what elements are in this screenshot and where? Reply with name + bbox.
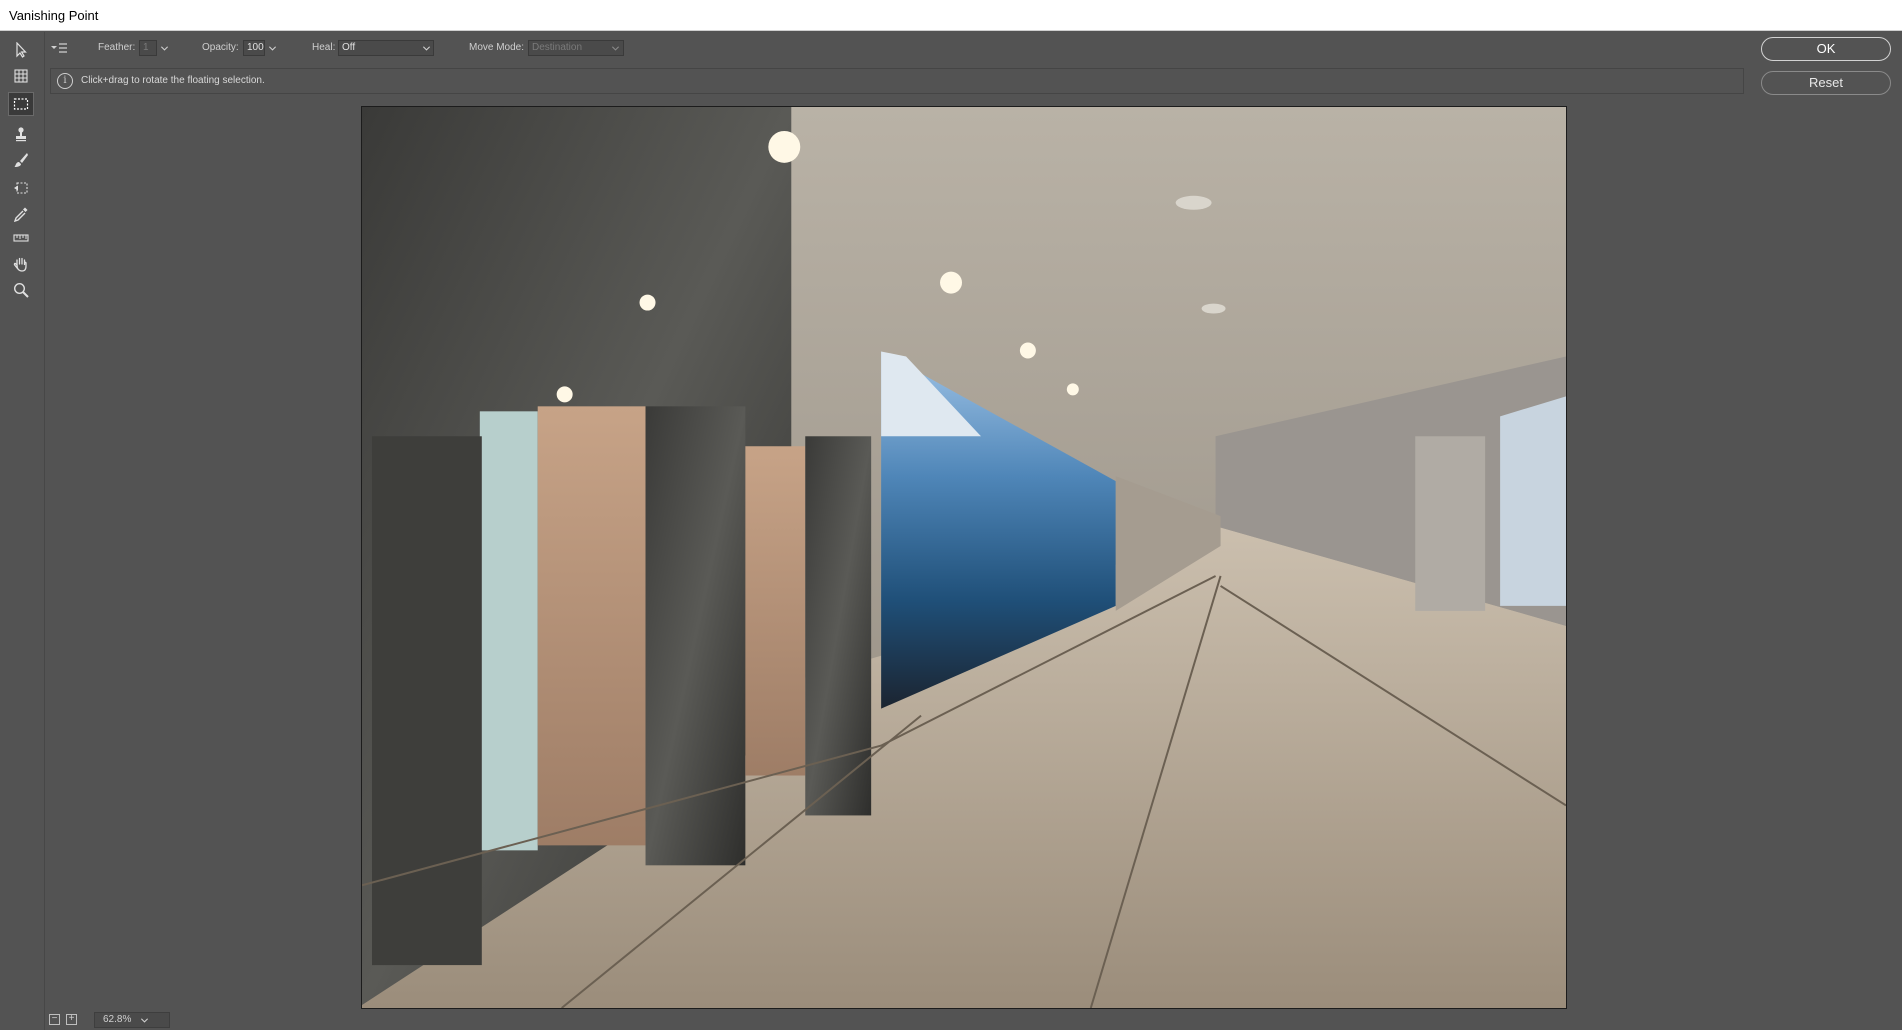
eyedropper-icon <box>13 207 28 222</box>
stamp-icon <box>16 127 26 142</box>
info-icon: i <box>57 73 73 89</box>
zoom-level[interactable]: 62.8% <box>94 1012 170 1028</box>
grid-plane-icon <box>14 69 28 83</box>
stamp-tool[interactable] <box>8 122 34 146</box>
measure-tool[interactable] <box>8 226 34 250</box>
chevron-down-icon <box>422 45 430 51</box>
hand-icon <box>13 257 27 272</box>
ok-button[interactable]: OK <box>1761 37 1891 61</box>
move-mode-dropdown[interactable] <box>607 40 623 56</box>
chevron-down-icon <box>160 45 168 51</box>
info-bar: i Click+drag to rotate the floating sele… <box>50 68 1744 94</box>
feather-dropdown[interactable] <box>156 40 172 56</box>
zoom-in-button[interactable]: + <box>66 1014 77 1025</box>
heal-dropdown[interactable] <box>418 40 434 56</box>
window-title: Vanishing Point <box>0 0 1902 31</box>
ruler-icon <box>13 234 29 242</box>
edit-plane-tool[interactable] <box>8 38 34 62</box>
heal-label: Heal: <box>312 42 336 53</box>
hand-tool[interactable] <box>8 252 34 276</box>
arrow-pointer-icon <box>16 42 27 58</box>
brush-icon <box>14 153 28 167</box>
info-message: Click+drag to rotate the floating select… <box>81 75 265 86</box>
zoom-tool[interactable] <box>8 278 34 302</box>
status-bar: − + 62.8% <box>44 1010 1902 1030</box>
options-bar: Feather: 1 Opacity: 100 Heal: Off Move M… <box>44 32 1744 64</box>
transform-tool[interactable] <box>8 176 34 200</box>
opacity-label: Opacity: <box>202 42 239 53</box>
opacity-dropdown[interactable] <box>264 40 280 56</box>
magnifier-icon <box>13 282 29 298</box>
chevron-down-icon <box>268 45 276 51</box>
chevron-down-icon <box>140 1017 148 1023</box>
brush-tool[interactable] <box>8 148 34 172</box>
marquee-icon <box>13 98 29 110</box>
opacity-field[interactable]: 100 <box>243 40 265 56</box>
feather-field[interactable]: 1 <box>139 40 157 56</box>
tool-panel <box>0 32 45 1030</box>
zoom-dropdown[interactable] <box>136 1012 152 1028</box>
transform-icon <box>14 182 28 194</box>
image-canvas[interactable] <box>361 106 1567 1009</box>
marquee-tool[interactable] <box>8 92 34 116</box>
zoom-out-button[interactable]: − <box>49 1014 60 1025</box>
feather-label: Feather: <box>98 42 136 53</box>
flyout-menu-button[interactable] <box>50 40 70 56</box>
eyedropper-tool[interactable] <box>8 202 34 226</box>
chevron-down-icon <box>611 45 619 51</box>
create-plane-tool[interactable] <box>8 64 34 88</box>
flyout-menu-icon <box>51 43 67 53</box>
reset-button[interactable]: Reset <box>1761 71 1891 95</box>
corridor-photo <box>362 107 1566 1008</box>
move-mode-label: Move Mode: <box>469 42 525 53</box>
